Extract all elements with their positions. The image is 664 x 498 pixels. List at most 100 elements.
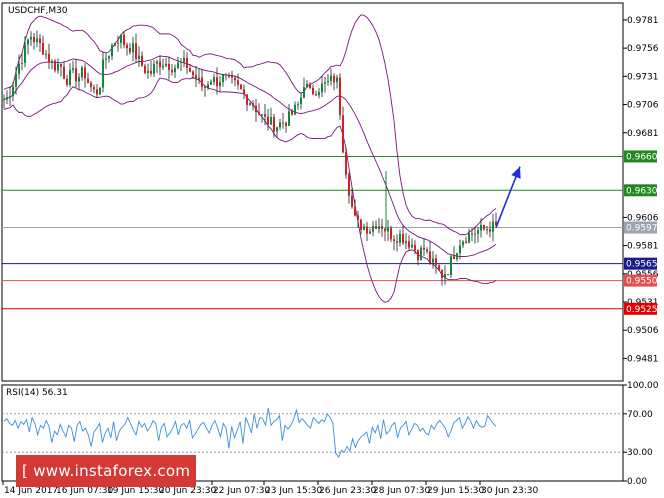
candle-body <box>144 65 146 73</box>
time-tick-label: 20 Jun 23:30 <box>159 486 216 496</box>
candle-body <box>201 77 203 87</box>
candle-body <box>354 206 356 216</box>
candle-body <box>219 82 221 87</box>
candle-body <box>222 74 224 83</box>
candle-body <box>459 245 461 254</box>
candle-body <box>195 75 197 80</box>
candle-body <box>336 77 338 83</box>
price-tick-label: 0.9681 <box>627 129 659 139</box>
candle-body <box>306 83 308 88</box>
rsi-tick-label: 100.00 <box>627 381 659 391</box>
candle-body <box>27 39 29 45</box>
price-tick-label: 0.9731 <box>627 72 659 82</box>
pivot-tag-label: 0.9565 <box>626 260 658 270</box>
price-tick-label: 0.9506 <box>627 326 659 336</box>
time-tick-label: 28 Jun 07:30 <box>373 486 430 496</box>
candle-body <box>3 99 5 101</box>
candle-body <box>33 36 35 43</box>
candle-body <box>60 63 62 67</box>
candle-body <box>477 230 479 234</box>
candle-body <box>81 67 83 78</box>
candle-body <box>324 82 326 84</box>
candle-body <box>375 226 377 229</box>
candle-body <box>351 195 353 207</box>
candle-body <box>282 122 284 124</box>
candle-body <box>267 116 269 125</box>
candle-body <box>417 250 419 261</box>
price-panel: USDCHF,M30 <box>1 2 624 382</box>
candle-body <box>414 244 416 251</box>
candle-body <box>9 96 11 98</box>
candle-body <box>183 57 185 62</box>
rsi-tick-label: 0.00 <box>627 477 647 487</box>
candle-body <box>312 87 314 95</box>
candle-body <box>186 57 188 68</box>
candle-body <box>240 84 242 90</box>
candle-body <box>465 241 467 243</box>
candle-body <box>372 226 374 232</box>
candle-body <box>99 87 101 95</box>
watermark-text: [ www.instaforex.com ] <box>22 462 202 480</box>
price-tick-label: 0.9706 <box>627 101 659 111</box>
candle-body <box>432 258 434 263</box>
candle-body <box>204 86 206 88</box>
candle-body <box>162 65 164 68</box>
candle-body <box>45 53 47 55</box>
candle-body <box>90 82 92 88</box>
rsi-tick-label: 70.00 <box>627 410 653 420</box>
candle-body <box>72 68 74 71</box>
candle-body <box>315 94 317 96</box>
candle-body <box>168 63 170 71</box>
candle-body <box>471 233 473 235</box>
candle-body <box>123 34 125 45</box>
candle-body <box>288 111 290 126</box>
candle-body <box>63 66 65 79</box>
candle-body <box>87 78 89 83</box>
candle-body <box>18 63 20 74</box>
candle-body <box>84 67 86 79</box>
candle-body <box>252 103 254 106</box>
candle-body <box>339 77 341 116</box>
candle-body <box>369 231 371 234</box>
candle-body <box>363 226 365 231</box>
candle-body <box>96 89 98 95</box>
candle-body <box>147 70 149 73</box>
candle-body <box>75 68 77 82</box>
candle-body <box>270 116 272 125</box>
candle-body <box>237 80 239 85</box>
candle-body <box>207 84 209 88</box>
candle-body <box>159 61 161 68</box>
candle-body <box>174 67 176 73</box>
candle-body <box>381 226 383 229</box>
candle-body <box>102 59 104 88</box>
candle-body <box>36 38 38 43</box>
candle-body <box>450 256 452 276</box>
time-tick-label: 26 Jun 23:30 <box>319 486 376 496</box>
candle-body <box>21 62 23 64</box>
candle-body <box>360 219 362 231</box>
candle-body <box>297 104 299 106</box>
candle-body <box>66 78 68 85</box>
candle-body <box>276 127 278 132</box>
candle-body <box>42 42 44 55</box>
candle-body <box>348 174 350 196</box>
candle-body <box>57 63 59 71</box>
candle-body <box>378 226 380 229</box>
candle-body <box>426 249 428 252</box>
candle-body <box>291 111 293 115</box>
time-tick-label: 16 Jun 07:30 <box>56 486 113 496</box>
candle-body <box>333 75 335 83</box>
candle-body <box>357 215 359 220</box>
candle-body <box>366 226 368 234</box>
candle-body <box>165 63 167 66</box>
candle-body <box>261 114 263 116</box>
candle-body <box>444 274 446 279</box>
candle-body <box>294 104 296 115</box>
candle-body <box>156 61 158 64</box>
candle-body <box>15 73 17 87</box>
time-tick-label: 19 Jun 15:30 <box>107 486 164 496</box>
candle-body <box>129 48 131 53</box>
candle-body <box>243 89 245 95</box>
candle-body <box>342 115 344 153</box>
price-chart-title: USDCHF,M30 <box>8 6 68 16</box>
